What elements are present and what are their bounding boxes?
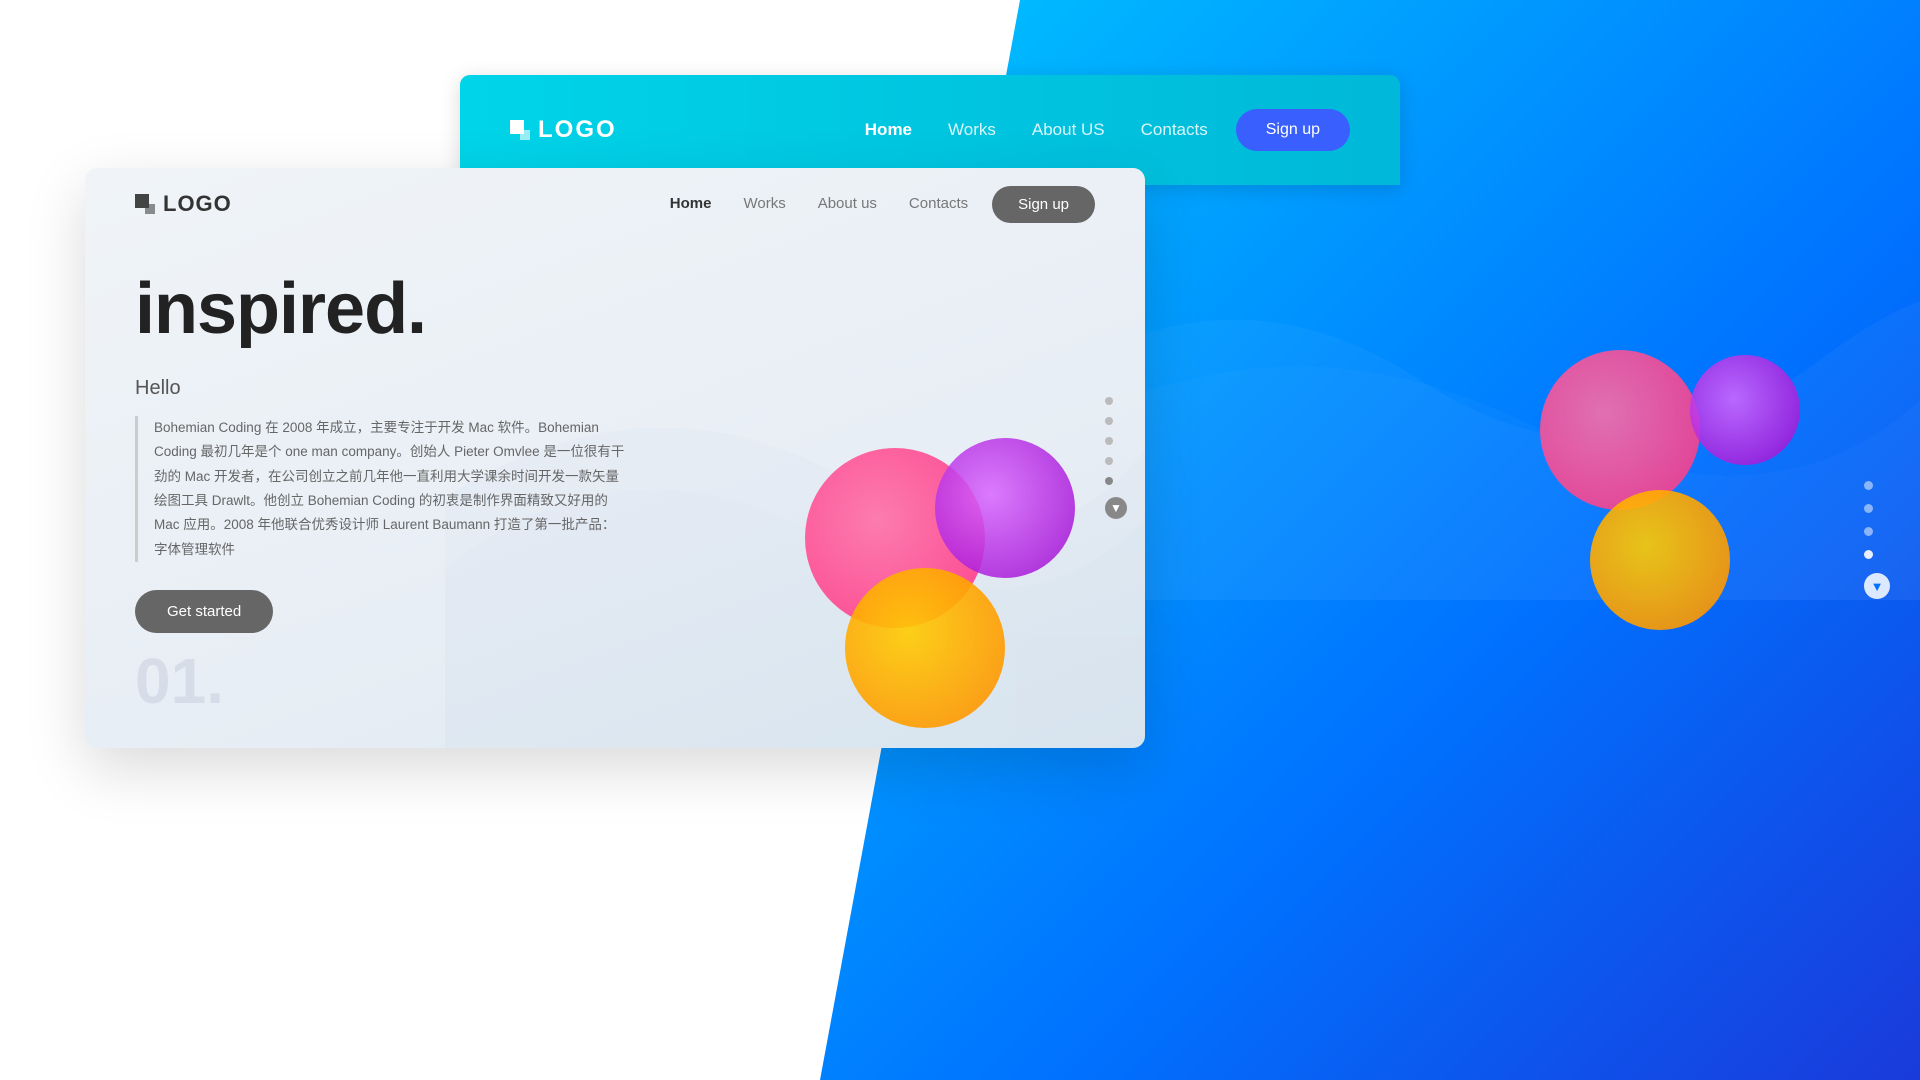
back-signup-button[interactable]: Sign up <box>1236 109 1350 151</box>
front-nav-contacts-link[interactable]: Contacts <box>909 195 968 212</box>
front-headline: inspired. <box>135 270 1095 349</box>
front-dot-5[interactable] <box>1105 477 1113 485</box>
front-page-number: 01. <box>135 644 224 718</box>
front-nav-links: Home Works About us Contacts <box>670 195 968 213</box>
back-nav-home[interactable]: Home <box>865 120 912 140</box>
front-logo-icon <box>135 194 155 214</box>
front-nav-works[interactable]: Works <box>743 195 785 213</box>
get-started-button[interactable]: Get started <box>135 590 273 633</box>
front-nav-about[interactable]: About us <box>818 195 877 213</box>
right-dot-4[interactable] <box>1864 550 1873 559</box>
front-nav-works-link[interactable]: Works <box>743 195 785 212</box>
front-logo-text: LOGO <box>163 191 232 217</box>
right-circle-purple <box>1690 355 1800 465</box>
back-nav-works[interactable]: Works <box>948 120 996 140</box>
front-navbar: LOGO Home Works About us Contacts Sign u… <box>85 168 1145 240</box>
back-logo: LOGO <box>510 116 617 144</box>
front-dot-2[interactable] <box>1105 417 1113 425</box>
circle-purple <box>935 438 1075 578</box>
back-nav-home-link[interactable]: Home <box>865 120 912 139</box>
circles-decoration <box>805 428 1085 728</box>
back-nav-about-link[interactable]: About US <box>1032 120 1105 139</box>
front-logo: LOGO <box>135 191 232 217</box>
front-dots-nav: ▼ <box>1105 397 1127 519</box>
front-nav-about-link[interactable]: About us <box>818 195 877 212</box>
front-nav-home-link[interactable]: Home <box>670 195 712 212</box>
back-nav-contacts-link[interactable]: Contacts <box>1141 120 1208 139</box>
right-circle-pink <box>1540 350 1700 510</box>
front-card: LOGO Home Works About us Contacts Sign u… <box>85 168 1145 748</box>
front-nav-home[interactable]: Home <box>670 195 712 213</box>
back-logo-icon <box>510 120 530 140</box>
front-body-text: Bohemian Coding 在 2008 年成立，主要专注于开发 Mac 软… <box>135 416 625 562</box>
right-dot-3[interactable] <box>1864 527 1873 536</box>
front-hello: Hello <box>135 377 1095 400</box>
back-logo-text: LOGO <box>538 116 617 144</box>
front-dot-1[interactable] <box>1105 397 1113 405</box>
front-signup-button[interactable]: Sign up <box>992 186 1095 223</box>
right-dot-2[interactable] <box>1864 504 1873 513</box>
right-dot-1[interactable] <box>1864 481 1873 490</box>
right-dots-nav: ▼ <box>1864 481 1890 599</box>
back-nav-works-link[interactable]: Works <box>948 120 996 139</box>
right-circle-orange <box>1590 490 1730 630</box>
front-dot-3[interactable] <box>1105 437 1113 445</box>
back-nav-contacts[interactable]: Contacts <box>1141 120 1208 140</box>
front-dot-4[interactable] <box>1105 457 1113 465</box>
right-dot-arrow[interactable]: ▼ <box>1864 573 1890 599</box>
right-circles-decoration <box>1540 350 1820 630</box>
front-dot-arrow[interactable]: ▼ <box>1105 497 1127 519</box>
front-nav-contacts[interactable]: Contacts <box>909 195 968 213</box>
back-nav-links: Home Works About US Contacts <box>865 120 1208 140</box>
circle-orange <box>845 568 1005 728</box>
back-nav-about[interactable]: About US <box>1032 120 1105 140</box>
